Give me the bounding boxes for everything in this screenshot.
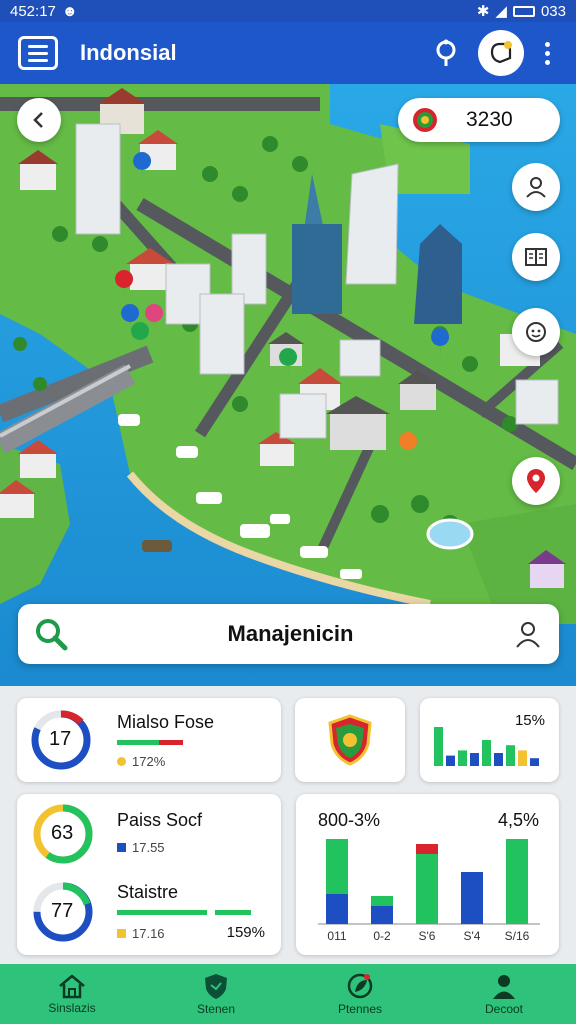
nav-item-decoot[interactable]: Decoot: [432, 964, 576, 1024]
nav-label: Decoot: [484, 1002, 524, 1016]
mini-bar: [446, 755, 455, 766]
search-icon[interactable]: [34, 617, 68, 651]
status-right-text: 033: [540, 2, 566, 20]
card-percent: 159%: [226, 924, 265, 941]
puzzle-icon: [490, 41, 512, 64]
nav-item-stenen[interactable]: Stenen: [144, 964, 288, 1024]
card-sub: 17.16: [117, 926, 165, 941]
profile-button[interactable]: [478, 30, 524, 76]
search-bar[interactable]: Manajenicin: [18, 604, 559, 664]
map-layers-button[interactable]: [512, 233, 560, 281]
stats-card-pair[interactable]: 63 Paiss Socf 17.55 77 Staistre 17.16 15…: [17, 794, 281, 955]
status-bar: 452:17 ☻ ✱ ◢ 033: [0, 0, 576, 22]
back-button[interactable]: [17, 98, 61, 142]
chevron-left-icon: [33, 112, 43, 128]
shield-emblem-icon: [328, 714, 372, 766]
card-sub: 17.55: [117, 840, 165, 855]
tick-label: S/16: [505, 929, 530, 943]
yellow-dot-icon: [117, 757, 126, 766]
bar-chart-card[interactable]: 800-3% 4,5% 011 0-2 S'6 S'4 S/16: [296, 794, 559, 955]
tick-label: 011: [327, 929, 346, 943]
card-sub: 172%: [117, 754, 165, 769]
chart-bar: [326, 894, 348, 924]
leaf-icon: [347, 973, 373, 999]
shield-icon: [205, 974, 227, 999]
chart-bar: [326, 839, 348, 894]
card-title: Staistre: [117, 882, 179, 902]
chart-bar: [416, 844, 438, 854]
mini-bar: [506, 745, 515, 766]
card-sub-text: 172%: [132, 754, 166, 769]
card-title: Mialso Fose: [117, 712, 215, 732]
search-label: Manajenicin: [227, 621, 354, 646]
ring-value: 17: [49, 728, 72, 750]
blue-square-icon: [117, 843, 126, 852]
person-icon: [493, 975, 515, 999]
chart-bar: [371, 906, 393, 924]
notification-icon: ☻: [61, 2, 78, 20]
score-value: 3230: [466, 108, 513, 131]
location-pin-icon: [527, 469, 545, 493]
bottom-nav: Sinslazis Stenen Ptennes Decoot: [0, 964, 576, 1024]
mini-bar-card[interactable]: 15%: [420, 698, 559, 782]
app-title: Indonsial: [80, 40, 177, 65]
chart-bar: [461, 872, 483, 924]
more-options-icon[interactable]: [536, 41, 558, 65]
yellow-square-icon: [117, 929, 126, 938]
assistant-button[interactable]: [512, 308, 560, 356]
user-profile-button[interactable]: [512, 163, 560, 211]
menu-button[interactable]: [18, 36, 58, 70]
tick-label: 0-2: [373, 929, 391, 943]
mini-bar-chart: [434, 727, 539, 766]
tick-label: S'6: [419, 929, 436, 943]
nav-item-ptennes[interactable]: Ptennes: [288, 964, 432, 1024]
mini-bar: [470, 753, 479, 766]
nav-label: Sinslazis: [48, 1001, 96, 1015]
signal-icon: ◢: [495, 3, 507, 20]
score-pill[interactable]: 3230: [398, 98, 560, 142]
ring-value: 77: [51, 900, 74, 922]
ring-value: 63: [51, 822, 74, 844]
bar-chart: 011 0-2 S'6 S'4 S/16: [318, 839, 540, 943]
status-time: 452:17: [10, 2, 56, 20]
mini-bar: [458, 750, 467, 766]
user-icon: [526, 177, 546, 198]
app-bar: Indonsial: [0, 22, 576, 84]
city-map[interactable]: [0, 84, 576, 686]
emblem-card[interactable]: [295, 698, 405, 782]
location-pin-icon[interactable]: [424, 31, 468, 75]
map-book-icon: [525, 248, 547, 266]
mini-bar: [530, 758, 539, 766]
mini-bar: [434, 727, 443, 766]
emblem-icon: [413, 108, 437, 132]
nav-label: Stenen: [196, 1002, 236, 1016]
progress-green: [117, 910, 207, 915]
progress-red: [159, 740, 183, 745]
nav-item-sinslazis[interactable]: Sinslazis: [0, 964, 144, 1024]
chart-bar: [506, 839, 528, 924]
card-title: Paiss Socf: [117, 810, 203, 830]
stat-card-mialso[interactable]: 17 Mialso Fose 172%: [17, 698, 281, 782]
chart-left-label: 800-3%: [318, 810, 381, 830]
progress-green: [215, 910, 251, 915]
face-icon: [526, 322, 546, 342]
mini-bar: [482, 740, 491, 766]
location-button[interactable]: [512, 457, 560, 505]
nav-label: Ptennes: [337, 1002, 383, 1016]
mini-bar: [494, 753, 503, 766]
mini-bar: [518, 750, 527, 766]
tick-label: S'4: [464, 929, 481, 943]
user-icon[interactable]: [513, 619, 543, 649]
bluetooth-icon: ✱: [476, 3, 490, 20]
chart-bar: [416, 854, 438, 924]
home-icon: [59, 974, 85, 999]
chart-right-label: 4,5%: [497, 810, 539, 830]
chart-bar: [371, 896, 393, 906]
card-sub-text: 17.55: [132, 840, 165, 855]
card-sub-text: 17.16: [132, 926, 165, 941]
battery-icon: [512, 5, 535, 17]
